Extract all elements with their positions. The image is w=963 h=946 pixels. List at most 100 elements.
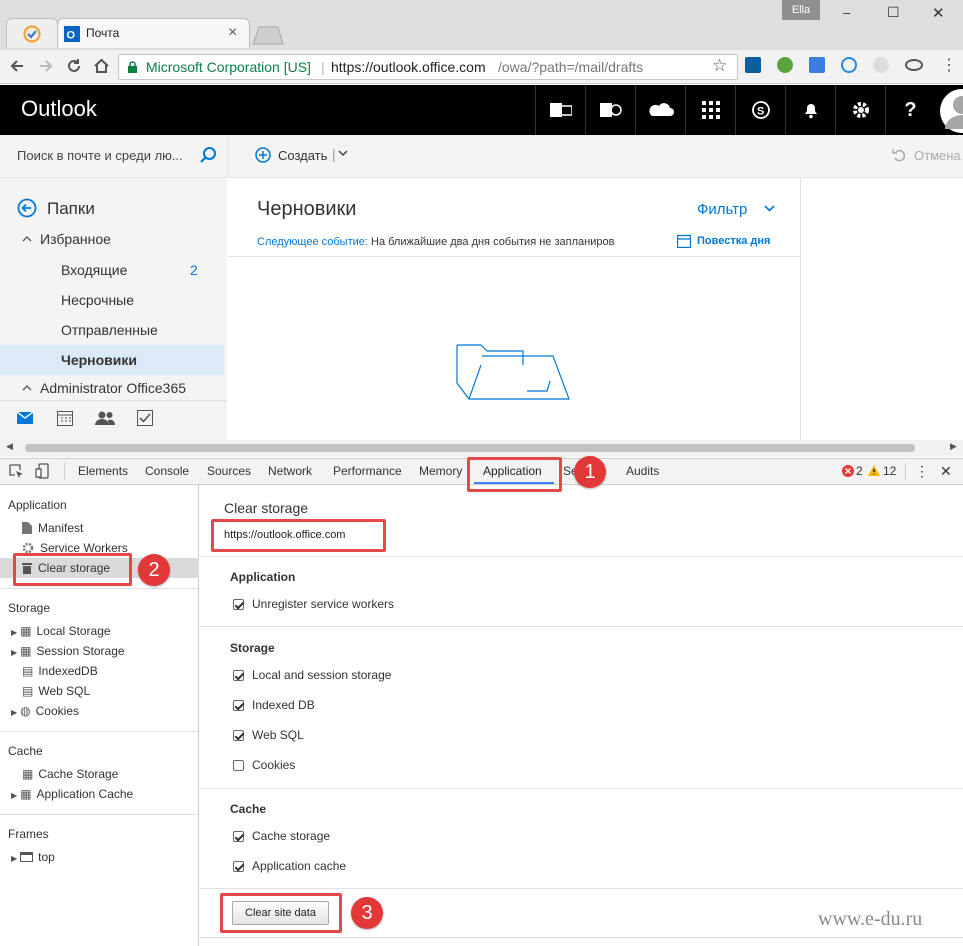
eye-extension-icon[interactable] (905, 59, 923, 71)
mail-icon[interactable] (17, 412, 33, 424)
sidebar-item-application-cache[interactable]: ▶ ▦ Application Cache (11, 784, 133, 804)
expand-triangle-icon[interactable]: ▶ (11, 628, 17, 637)
option-indexed-db[interactable]: Indexed DB (233, 697, 315, 713)
tasks-icon[interactable] (137, 410, 153, 426)
expand-triangle-icon[interactable]: ▶ (11, 648, 17, 657)
onedrive-button[interactable] (635, 85, 685, 135)
outlook-brand[interactable]: Outlook (21, 96, 97, 122)
option-web-sql[interactable]: Web SQL (233, 727, 304, 743)
search-input[interactable]: Поиск в почте и среди лю... (17, 148, 183, 163)
profile-badge[interactable]: Ella (782, 0, 820, 20)
expand-triangle-icon[interactable]: ▶ (11, 791, 17, 800)
checkbox[interactable] (233, 699, 244, 711)
reload-icon[interactable] (66, 58, 82, 74)
new-tab-button[interactable] (250, 25, 284, 45)
extension-icon-c[interactable] (841, 57, 857, 73)
translate-extension-icon[interactable] (809, 57, 825, 73)
back-arrow-icon[interactable] (9, 58, 25, 74)
settings-button[interactable] (835, 85, 885, 135)
scrollbar-thumb[interactable] (25, 444, 915, 452)
error-icon[interactable] (842, 465, 854, 477)
search-icon[interactable] (199, 146, 217, 164)
sidebar-item-manifest[interactable]: Manifest (22, 518, 83, 538)
tab-close-icon[interactable]: × (228, 24, 237, 42)
option-cache-storage[interactable]: Cache storage (233, 828, 330, 844)
error-count[interactable]: 2 (856, 458, 863, 485)
collapse-chevron-icon[interactable] (22, 384, 32, 392)
forward-arrow-icon[interactable] (38, 58, 54, 74)
favorites-heading[interactable]: Избранное (40, 231, 111, 247)
tab-sources[interactable]: Sources (207, 458, 251, 485)
sidebar-item-web-sql[interactable]: ▤ Web SQL (22, 681, 90, 701)
tab-elements[interactable]: Elements (78, 458, 128, 485)
warning-count[interactable]: 12 (883, 458, 896, 485)
extension-icon-b[interactable] (777, 57, 793, 73)
checkbox[interactable] (233, 830, 244, 842)
tab-network[interactable]: Network (268, 458, 312, 485)
account-heading[interactable]: Administrator Office365 (40, 380, 186, 396)
new-button[interactable]: Создать (278, 148, 327, 163)
outlook-app-button[interactable] (535, 85, 585, 135)
sidebar-item-session-storage[interactable]: ▶ ▦ Session Storage (11, 641, 125, 661)
folder-clutter[interactable]: Несрочные (0, 285, 224, 315)
warning-icon[interactable] (868, 465, 880, 476)
back-circle-icon[interactable] (17, 198, 37, 218)
checkbox[interactable] (233, 860, 244, 872)
sidebar-item-cache-storage[interactable]: ▦ Cache Storage (22, 764, 118, 784)
sidebar-item-frame-top[interactable]: ▶ top (11, 847, 55, 867)
add-circle-icon[interactable] (255, 147, 271, 163)
scroll-right-icon[interactable]: ▶ (950, 441, 957, 452)
minimize-icon[interactable]: – (843, 5, 850, 20)
chrome-menu-icon[interactable]: ⋮ (941, 55, 957, 75)
expand-triangle-icon[interactable]: ▶ (11, 708, 17, 717)
inspect-element-icon[interactable] (9, 464, 24, 479)
scroll-left-icon[interactable]: ◀ (6, 441, 13, 452)
sidebar-item-cookies[interactable]: ▶ ◍ Cookies (11, 701, 79, 721)
devtools-close-icon[interactable]: ✕ (940, 458, 952, 485)
undo-icon[interactable] (892, 148, 906, 162)
folder-drafts[interactable]: Черновики (0, 345, 224, 375)
option-unregister-service-workers[interactable]: Unregister service workers (233, 596, 394, 612)
device-toolbar-icon[interactable] (35, 463, 50, 479)
close-window-icon[interactable]: ✕ (932, 4, 945, 22)
address-bar[interactable]: Microsoft Corporation [US] | https://out… (118, 54, 738, 80)
collapse-chevron-icon[interactable] (22, 235, 32, 243)
option-cookies[interactable]: Cookies (233, 757, 295, 773)
option-local-session-storage[interactable]: Local and session storage (233, 667, 391, 683)
filter-button[interactable]: Фильтр (697, 201, 747, 218)
expand-triangle-icon[interactable]: ▶ (11, 854, 17, 863)
calendar-small-icon[interactable] (677, 234, 691, 248)
bookmark-star-icon[interactable]: ☆ (712, 56, 727, 76)
chevron-down-icon[interactable] (338, 150, 348, 158)
people-icon[interactable] (95, 410, 115, 426)
notifications-button[interactable] (785, 85, 835, 135)
folders-heading[interactable]: Папки (47, 199, 95, 219)
home-icon[interactable] (93, 57, 110, 74)
maximize-icon[interactable]: ☐ (887, 4, 900, 21)
app-launcher-button[interactable] (685, 85, 735, 135)
tab-audits[interactable]: Audits (626, 458, 659, 485)
calendar-icon[interactable] (57, 410, 73, 426)
sharepoint-button[interactable] (585, 85, 635, 135)
undo-button[interactable]: Отмена (914, 148, 961, 163)
tab-performance[interactable]: Performance (333, 458, 402, 485)
folder-sent[interactable]: Отправленные (0, 315, 224, 345)
extension-icon-d[interactable] (873, 57, 889, 73)
tab-mail[interactable]: O Почта × (57, 18, 250, 48)
checkbox[interactable] (233, 598, 244, 610)
checkbox[interactable] (233, 759, 244, 771)
tab-console[interactable]: Console (145, 458, 189, 485)
extension-icon-a[interactable] (745, 57, 761, 73)
devtools-menu-icon[interactable]: ⋮ (915, 458, 929, 485)
sidebar-item-indexeddb[interactable]: ▤ IndexedDB (22, 661, 98, 681)
agenda-button[interactable]: Повестка дня (697, 235, 770, 247)
tab-memory[interactable]: Memory (419, 458, 462, 485)
pinned-tab[interactable] (6, 18, 58, 48)
option-application-cache[interactable]: Application cache (233, 858, 346, 874)
skype-button[interactable]: S (735, 85, 785, 135)
help-button[interactable]: ? (885, 85, 935, 135)
checkbox[interactable] (233, 669, 244, 681)
folder-inbox[interactable]: Входящие 2 (0, 255, 224, 285)
avatar[interactable] (940, 89, 963, 133)
filter-chevron-icon[interactable] (764, 205, 775, 213)
